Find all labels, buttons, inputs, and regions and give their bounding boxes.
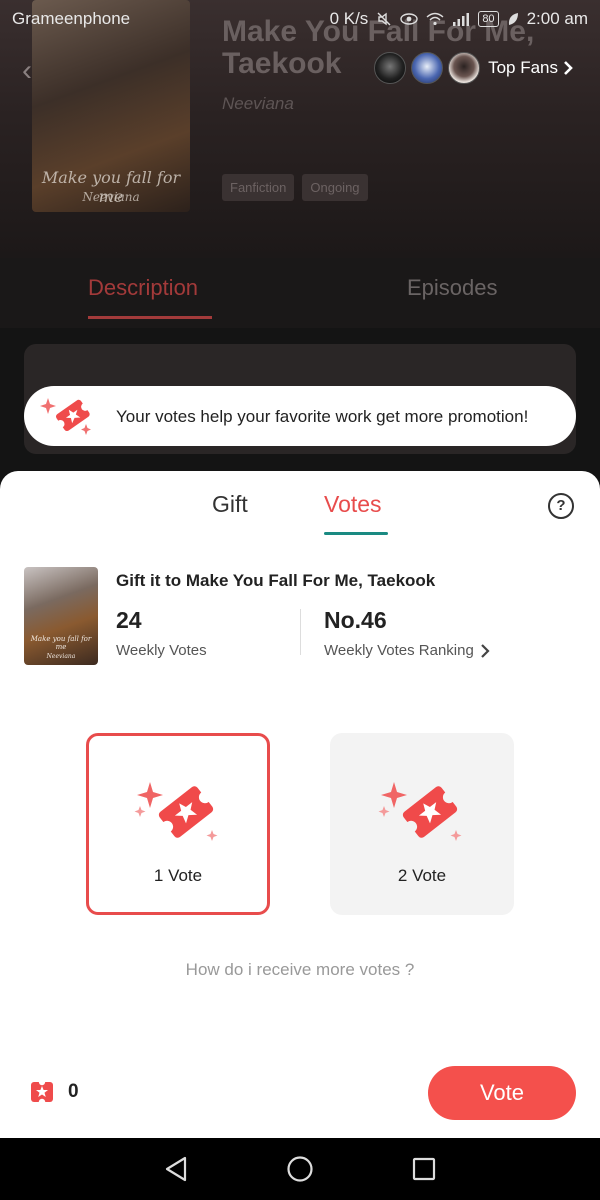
book-cover-thumbnail: Make you fall for me Neeviana	[24, 567, 98, 665]
ranking-stat[interactable]: No.46 Weekly Votes Ranking	[324, 607, 490, 659]
battery-level: 80	[478, 11, 499, 27]
mute-icon	[377, 12, 391, 26]
vote-option-1[interactable]: 1 Vote	[86, 733, 270, 915]
vote-balance: 0	[30, 1080, 79, 1104]
tab-gift[interactable]: Gift	[212, 491, 248, 518]
help-icon[interactable]: ?	[548, 493, 574, 519]
book-info-row: Make you fall for me Neeviana Gift it to…	[24, 567, 576, 677]
top-fans[interactable]: Top Fans	[369, 52, 574, 84]
book-tags: Fanfiction Ongoing	[222, 174, 368, 201]
ranking-value: No.46	[324, 607, 387, 633]
carrier-name: Grameenphone	[12, 9, 131, 28]
book-tabs: Description Episodes	[0, 258, 600, 328]
ranking-label-row[interactable]: Weekly Votes Ranking	[324, 642, 490, 659]
vote-option-label: 2 Vote	[397, 866, 447, 885]
vote-button[interactable]: Vote	[428, 1066, 576, 1120]
top-fans-link[interactable]: Top Fans	[488, 58, 574, 78]
signal-icon	[453, 13, 470, 26]
fan-avatar	[411, 52, 444, 84]
vote-bottom-sheet: Gift Votes ? Make you fall for me Neevia…	[0, 471, 600, 1138]
weekly-votes-stat: 24 Weekly Votes	[116, 607, 207, 659]
vote-option-label: 1 Vote	[153, 866, 203, 885]
toast-message: Your votes help your favorite work get m…	[116, 406, 529, 426]
weekly-votes-label: Weekly Votes	[116, 642, 207, 659]
leaf-icon	[508, 13, 518, 25]
fan-avatar	[448, 52, 481, 84]
status-bar: Grameenphone 0 K/s 80 2:00 am	[0, 0, 600, 38]
weekly-votes-value: 24	[116, 607, 142, 633]
system-nav-bar	[0, 1138, 600, 1200]
net-speed: 0 K/s	[329, 9, 369, 28]
ranking-label: Weekly Votes Ranking	[324, 642, 474, 659]
top-fans-label: Top Fans	[488, 58, 558, 77]
vote-option-2[interactable]: 2 Vote	[330, 733, 514, 915]
clock: 2:00 am	[526, 9, 588, 28]
nav-recents-icon[interactable]	[410, 1155, 438, 1183]
tab-episodes[interactable]: Episodes	[407, 275, 498, 301]
cover-author: Neeviana	[82, 190, 140, 204]
more-votes-link[interactable]: How do i receive more votes ?	[0, 960, 600, 980]
nav-back-icon[interactable]	[162, 1155, 190, 1183]
gift-title: Gift it to Make You Fall For Me, Taekook	[116, 571, 436, 590]
cover-author: Neeviana	[46, 653, 76, 660]
vote-ticket-icon	[40, 398, 91, 435]
chevron-right-icon	[481, 643, 490, 658]
eye-icon	[400, 13, 419, 25]
tab-indicator	[324, 532, 388, 535]
ticket-icon	[31, 1080, 53, 1104]
status-icons: 0 K/s 80 2:00 am	[330, 9, 588, 29]
tab-indicator	[88, 316, 212, 319]
vote-ticket-icon	[134, 782, 218, 841]
back-arrow-icon[interactable]: ‹	[22, 54, 32, 88]
book-header: Make you fall for me Neeviana ‹ Make You…	[0, 0, 600, 258]
fan-avatar	[374, 52, 407, 84]
chevron-right-icon	[564, 61, 573, 75]
tab-description[interactable]: Description	[88, 275, 198, 301]
tag-fanfiction: Fanfiction	[222, 174, 295, 201]
cover-script: Make you fall for me	[30, 635, 92, 651]
vote-ticket-icon	[378, 782, 462, 841]
wifi-icon	[426, 12, 444, 26]
votes-toast: Your votes help your favorite work get m…	[24, 386, 576, 446]
vote-balance-value: 0	[68, 1081, 79, 1102]
sheet-tabs: Gift Votes ?	[0, 471, 600, 541]
nav-home-icon[interactable]	[286, 1155, 314, 1183]
divider	[300, 609, 301, 655]
tag-ongoing: Ongoing	[302, 174, 368, 201]
book-author: Neeviana	[222, 94, 294, 113]
tab-votes[interactable]: Votes	[324, 491, 382, 518]
